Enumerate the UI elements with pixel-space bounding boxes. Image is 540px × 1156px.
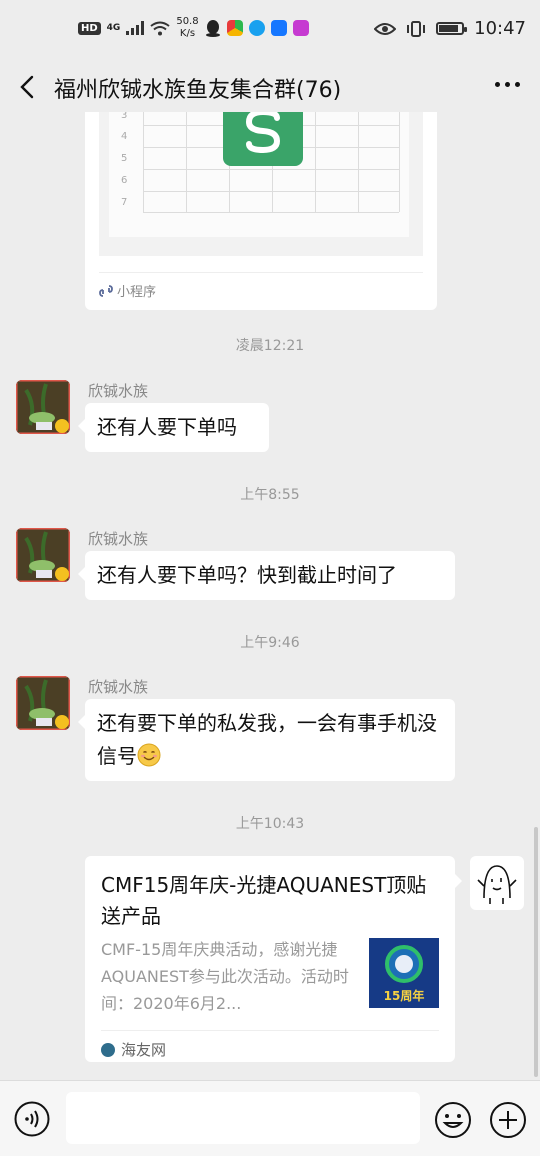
link-description: CMF-15周年庆典活动，感谢光捷AQUANEST参与此次活动。活动时间：202… xyxy=(101,940,349,1013)
message-timestamp: 凌晨12:21 xyxy=(235,338,305,354)
net-speed: 50.8 K/s xyxy=(176,16,198,40)
emoji-button[interactable] xyxy=(434,1101,472,1139)
scrollbar[interactable] xyxy=(534,827,538,1077)
chat-title: 福州欣铖水族鱼友集合群(76) xyxy=(54,78,342,103)
voice-icon xyxy=(14,1101,50,1137)
link-card[interactable]: CMF15周年庆-光捷AQUANEST顶贴送产品 CMF-15周年庆典活动，感谢… xyxy=(85,856,462,1062)
avatar-image xyxy=(16,528,70,582)
my-avatar[interactable] xyxy=(470,856,524,910)
input-bar xyxy=(0,1080,540,1156)
plus-icon xyxy=(490,1102,526,1138)
mini-program-label: 小程序 xyxy=(117,285,157,300)
message-bubble[interactable]: 还有人要下单吗 xyxy=(78,403,269,452)
sender-name: 欣铖水族 xyxy=(88,530,149,548)
source-name: 海友网 xyxy=(121,1041,167,1059)
message-timestamp: 上午8:55 xyxy=(240,487,300,503)
grid-line xyxy=(143,212,399,213)
row-number: 7 xyxy=(121,197,128,208)
wifi-icon xyxy=(150,21,170,35)
alipay-icon xyxy=(270,20,287,36)
more-functions-button[interactable] xyxy=(489,1101,527,1139)
status-bar: HD 4G 50.8 K/s 10:47 xyxy=(0,0,540,62)
grid-line xyxy=(315,112,316,212)
link-thumbnail: 15周年 xyxy=(369,938,439,1008)
chevron-left-icon xyxy=(20,75,34,99)
source-icon xyxy=(101,1042,115,1057)
mini-program-footer: 小程序 xyxy=(99,272,423,300)
avatar-image xyxy=(16,676,70,730)
back-button[interactable] xyxy=(12,70,44,104)
avatar[interactable] xyxy=(16,528,70,582)
grid-line xyxy=(358,112,359,212)
voice-button[interactable] xyxy=(14,1101,50,1137)
net-speed-value: 50.8 xyxy=(176,16,199,27)
more-dot-icon xyxy=(505,82,510,87)
clock: 10:47 xyxy=(474,18,526,39)
link-title: CMF15周年庆-光捷AQUANEST顶贴送产品 xyxy=(101,873,427,928)
more-dot-icon xyxy=(495,82,500,87)
mini-program-preview: 3 4 5 6 7 xyxy=(99,112,423,256)
grid-line xyxy=(186,112,187,212)
grid-line xyxy=(143,169,399,170)
sender-name: 欣铖水族 xyxy=(88,382,149,400)
message-text: 还有人要下单吗 xyxy=(97,415,237,439)
message-bubble[interactable]: 还有要下单的私发我，一会有事手机没信号 xyxy=(78,699,455,781)
battery-level xyxy=(439,25,459,32)
row-number: 3 xyxy=(121,112,128,121)
row-number: 5 xyxy=(121,153,128,164)
avatar[interactable] xyxy=(16,676,70,730)
battery-icon xyxy=(436,22,468,35)
avatar-image xyxy=(16,380,70,434)
row-number: 4 xyxy=(121,131,128,142)
signal-icon xyxy=(126,21,145,35)
network-type: 4G xyxy=(106,23,121,33)
chat-messages[interactable]: 3 4 5 6 7 小程序 凌晨12:21 欣铖水族 还有人要下单吗 上午8:5… xyxy=(0,112,540,1080)
grid-line xyxy=(143,191,399,192)
link-source: 海友网 xyxy=(101,1030,439,1060)
grid-line xyxy=(143,112,144,212)
bank-app-icon xyxy=(292,20,309,36)
browser-notification-icon xyxy=(248,20,265,36)
smiley-icon xyxy=(435,1102,471,1138)
net-speed-unit: K/s xyxy=(179,28,196,39)
mini-program-icon xyxy=(99,284,113,297)
message-input[interactable] xyxy=(66,1092,420,1144)
doodle-avatar-image xyxy=(477,865,517,904)
wps-logo xyxy=(223,112,303,166)
sender-name: 欣铖水族 xyxy=(88,678,149,696)
status-left: HD 4G 50.8 K/s xyxy=(78,16,309,40)
row-number: 6 xyxy=(121,175,128,186)
mini-program-card[interactable]: 3 4 5 6 7 小程序 xyxy=(85,112,437,310)
wps-s-icon xyxy=(245,112,281,154)
thumbnail-text: 15周年 xyxy=(384,988,425,1003)
chat-header: 福州欣铖水族鱼友集合群(76) xyxy=(0,62,540,112)
more-dot-icon xyxy=(515,82,520,87)
qq-icon xyxy=(205,20,220,37)
message-text: 还有人要下单吗？快到截止时间了 xyxy=(97,563,397,587)
message-timestamp: 上午9:46 xyxy=(240,635,300,651)
vibrate-icon xyxy=(407,20,426,37)
hd-badge: HD xyxy=(78,21,101,35)
smile-emoji-icon xyxy=(137,743,161,767)
avatar[interactable] xyxy=(16,380,70,434)
app-notification-icon xyxy=(226,20,243,36)
more-options-button[interactable] xyxy=(495,82,520,87)
thumbnail-image: 15周年 xyxy=(369,938,439,1008)
message-timestamp: 上午10:43 xyxy=(235,816,305,832)
grid-line xyxy=(399,112,400,212)
message-bubble[interactable]: 还有人要下单吗？快到截止时间了 xyxy=(78,551,455,600)
eye-icon xyxy=(374,22,397,35)
status-right: 10:47 xyxy=(374,18,526,39)
